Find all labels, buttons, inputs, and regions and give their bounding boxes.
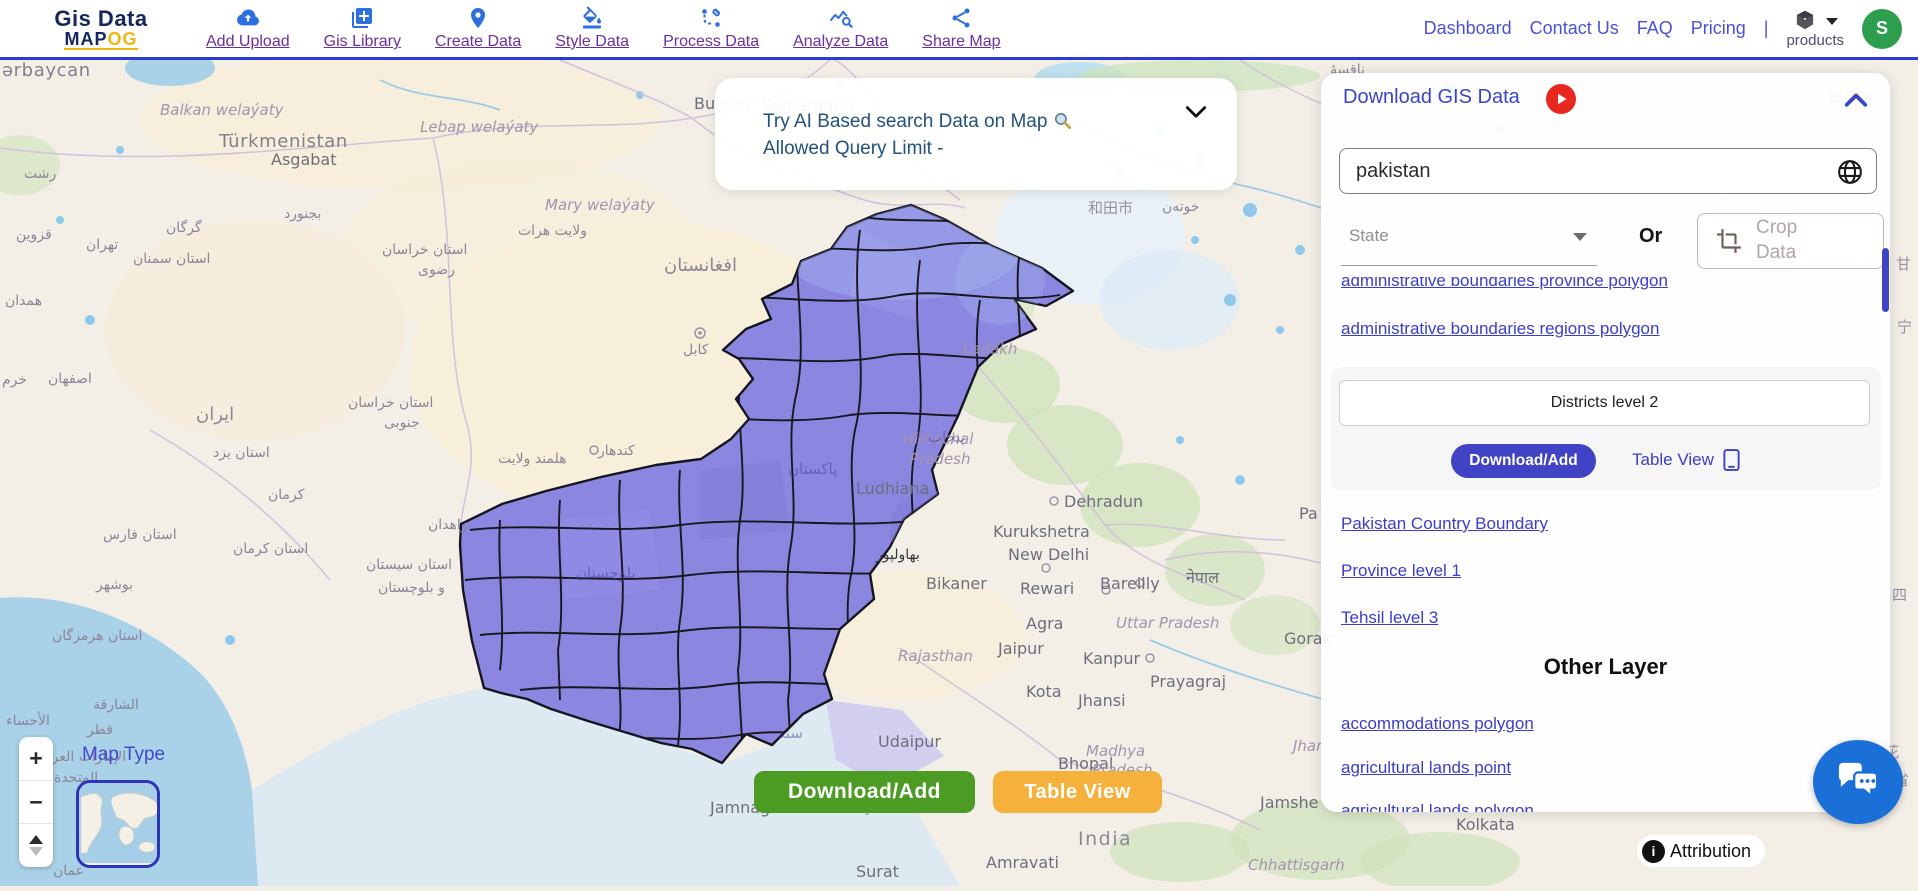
globe-icon[interactable] (1836, 158, 1864, 186)
nav-share-map[interactable]: Share Map (922, 6, 1000, 51)
layer-link[interactable]: accommodations polygon (1341, 714, 1534, 734)
layer-link[interactable]: Tehsil level 3 (1341, 608, 1438, 628)
selected-layer-card: Districts level 2 Download/Add Table Vie… (1331, 367, 1881, 490)
download-gis-panel: Download GIS Data State Or Crop Data adm… (1321, 73, 1890, 812)
arrow-up-icon (29, 835, 43, 844)
location-pin-icon (466, 6, 490, 30)
nav-label: Process Data (663, 33, 759, 51)
panel-title: Download GIS Data (1343, 86, 1520, 109)
logo-line1: Gis Data (36, 7, 166, 30)
chat-widget-button[interactable] (1813, 740, 1903, 824)
products-menu[interactable]: products (1786, 8, 1844, 49)
layer-link[interactable]: agricultural lands point (1341, 758, 1511, 778)
logo-map: MAP (64, 29, 107, 49)
chevron-down-icon (1573, 233, 1587, 241)
query-stats-icon (829, 6, 853, 30)
crop-data-label: Crop Data (1756, 216, 1826, 265)
nav-dashboard-link[interactable]: Dashboard (1424, 18, 1512, 39)
map-type-thumbnail[interactable] (76, 780, 160, 868)
attribution-label: Attribution (1670, 841, 1751, 862)
world-map-icon (79, 783, 160, 868)
nav-create-data[interactable]: Create Data (435, 6, 521, 51)
nav-gis-library[interactable]: Gis Library (324, 6, 401, 51)
products-label: products (1786, 32, 1844, 49)
paint-fill-icon (580, 6, 604, 30)
top-links: administrative boundaries province polyg… (1341, 277, 1861, 365)
layer-search-input[interactable] (1356, 149, 1816, 193)
nav-label: Add Upload (206, 33, 290, 51)
nav-style-data[interactable]: Style Data (555, 6, 629, 51)
nav-faq-link[interactable]: FAQ (1637, 18, 1673, 39)
nav-label: Gis Library (324, 33, 401, 51)
cube-icon (1792, 8, 1818, 34)
map-table-view-button[interactable]: Table View (993, 771, 1162, 813)
zoom-controls: + − (19, 737, 53, 867)
ai-line2: Allowed Query Limit - (763, 138, 944, 160)
share-icon (949, 6, 973, 30)
nav-pricing-link[interactable]: Pricing (1691, 18, 1746, 39)
zoom-in-button[interactable]: + (19, 737, 53, 780)
chevron-down-icon (1826, 18, 1838, 25)
attribution-control[interactable]: i Attribution (1637, 835, 1765, 867)
table-view-label: Table View (1632, 450, 1714, 470)
youtube-icon[interactable] (1545, 83, 1577, 115)
nav-tools: Add Upload Gis Library Create Data Style… (206, 6, 1001, 51)
chevron-up-icon[interactable] (1842, 87, 1870, 111)
ai-search-overlay[interactable]: Try AI Based search Data on Map Allowed … (715, 78, 1237, 190)
chat-bubbles-icon (1835, 761, 1881, 803)
nav-label: Share Map (922, 33, 1000, 51)
nav-label: Style Data (555, 33, 629, 51)
nav-add-upload[interactable]: Add Upload (206, 6, 290, 51)
magnifier-emoji-icon (1053, 111, 1072, 130)
layer-link[interactable]: administrative boundaries province polyg… (1341, 277, 1861, 291)
nav-label: Analyze Data (793, 33, 888, 51)
layer-link[interactable]: Province level 1 (1341, 561, 1461, 581)
nav-label: Create Data (435, 33, 521, 51)
map-type-label: Map Type (82, 744, 165, 766)
download-add-button[interactable]: Download/Add (1451, 444, 1596, 478)
nav-divider: | (1764, 18, 1769, 39)
zoom-out-button[interactable]: − (19, 781, 53, 824)
arrow-down-icon (29, 847, 43, 856)
tablet-icon (1722, 448, 1741, 472)
crop-icon (1716, 228, 1742, 254)
crop-data-button[interactable]: Crop Data (1697, 213, 1884, 269)
layer-link[interactable]: administrative boundaries regions polygo… (1341, 319, 1861, 339)
app-logo[interactable]: Gis Data MAPOG (36, 7, 166, 51)
nav-process-data[interactable]: Process Data (663, 6, 759, 51)
layer-search-box (1339, 148, 1877, 194)
table-view-link[interactable]: Table View (1632, 448, 1741, 472)
nav-contact-link[interactable]: Contact Us (1530, 18, 1619, 39)
or-label: Or (1639, 225, 1662, 248)
top-navbar: Gis Data MAPOG Add Upload Gis Library Cr… (0, 0, 1918, 60)
map-download-add-button[interactable]: Download/Add (754, 771, 975, 813)
library-add-icon (350, 6, 374, 30)
state-select-label: State (1349, 226, 1389, 246)
nav-analyze-data[interactable]: Analyze Data (793, 6, 888, 51)
info-icon: i (1642, 840, 1665, 863)
cloud-upload-icon (236, 6, 260, 30)
layer-link[interactable]: agricultural lands polygon (1341, 801, 1534, 812)
chevron-down-icon[interactable] (1183, 102, 1209, 124)
logo-og: OG (107, 29, 137, 49)
panel-scrollbar-thumb[interactable] (1882, 248, 1889, 312)
tilt-spinner[interactable] (19, 824, 53, 867)
user-avatar[interactable]: S (1862, 9, 1902, 49)
route-edit-icon (699, 6, 723, 30)
state-select[interactable]: State (1341, 209, 1597, 266)
ai-line1: Try AI Based search Data on Map (763, 111, 1047, 132)
nav-right: Dashboard Contact Us FAQ Pricing | produ… (1424, 8, 1902, 49)
selected-layer-name: Districts level 2 (1339, 380, 1870, 426)
layer-link[interactable]: Pakistan Country Boundary (1341, 514, 1548, 534)
other-layer-heading: Other Layer (1321, 654, 1890, 680)
